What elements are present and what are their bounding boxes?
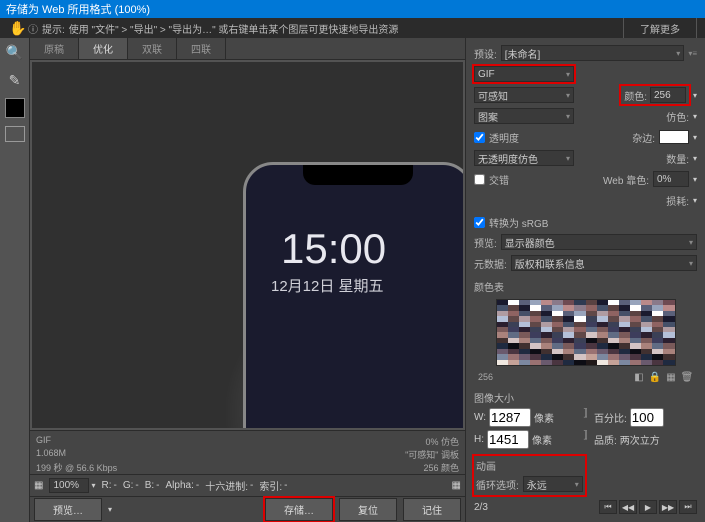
ct-sort-icon[interactable]: ◧	[633, 371, 645, 383]
save-button[interactable]: 存储…	[265, 498, 333, 521]
tab-optimized[interactable]: 优化	[79, 38, 128, 59]
info-format: GIF	[36, 435, 51, 448]
transparency-checkbox[interactable]	[474, 132, 485, 143]
ct-lock-icon[interactable]: 🔒	[649, 371, 661, 383]
prev-frame-button[interactable]: ◀◀	[619, 500, 637, 514]
preview-button[interactable]: 预览…	[34, 498, 102, 521]
color-table[interactable]	[496, 299, 676, 366]
slice-tool-icon[interactable]: ▦	[452, 480, 461, 491]
matte-color[interactable]	[659, 130, 689, 144]
info-colors: 256 颜色	[423, 461, 459, 474]
colors-input[interactable]	[650, 87, 686, 103]
status-bar: ▦ ▾ R:- G:- B:- Alpha:- 十六进制:- 索引:- ▦	[30, 474, 465, 496]
srgb-checkbox[interactable]	[474, 217, 485, 228]
trans-dither-select[interactable]: 无透明度仿色	[474, 150, 574, 166]
next-frame-button[interactable]: ▶▶	[659, 500, 677, 514]
quality-select[interactable]: 两次立方	[620, 432, 680, 447]
hand-icon-2[interactable]: ▦	[34, 480, 43, 491]
settings-panel: 预设: [未命名] ▾≡ GIF 可感知 颜色: ▾ 图案 仿色: ▾ 透明度 …	[465, 38, 705, 522]
preview-select[interactable]: 显示器颜色	[501, 234, 697, 250]
preset-menu-icon[interactable]: ▾≡	[688, 49, 697, 58]
hint-bar: ✋ ⓘ 提示: 使用 "文件" > "导出" > "导出为…" 或右键单击某个图…	[0, 18, 705, 38]
canvas-info: GIF 0% 仿色 1.068M "可感知" 调板 199 秒 @ 56.6 K…	[30, 430, 465, 474]
format-select[interactable]: GIF	[474, 66, 574, 82]
info-size: 1.068M	[36, 448, 66, 461]
reduction-select[interactable]: 可感知	[474, 87, 574, 103]
dither-select[interactable]: 图案	[474, 108, 574, 124]
anim-section: 动画 循环选项: 永远	[474, 456, 585, 495]
window-title: 存储为 Web 所用格式 (100%)	[6, 1, 150, 17]
info-palette: "可感知" 调板	[405, 448, 459, 461]
phone-time: 15:00	[281, 225, 386, 273]
zoom-icon[interactable]: 🔍	[5, 42, 25, 62]
preset-select[interactable]: [未命名]	[501, 45, 685, 61]
toolbar: 🔍 ✎	[0, 38, 30, 522]
learn-more-link[interactable]: 了解更多	[623, 18, 697, 38]
phone-mockup: 15:00 12月12日 星期五	[243, 162, 463, 428]
info-timing: 199 秒 @ 56.6 Kbps	[36, 461, 117, 474]
play-button[interactable]: ▶	[639, 500, 657, 514]
last-frame-button[interactable]: ⏭	[679, 500, 697, 514]
ct-add-icon[interactable]: ▦	[665, 371, 677, 383]
tab-4up[interactable]: 四联	[177, 38, 226, 59]
info-quality: 0% 仿色	[425, 435, 459, 448]
width-input[interactable]	[489, 408, 531, 427]
title-bar: 存储为 Web 所用格式 (100%)	[0, 0, 705, 18]
hint-label: 提示:	[42, 21, 65, 36]
button-row: 预览… ▾ 存储… 复位 记住	[30, 496, 465, 522]
color-table-label: 颜色表	[474, 279, 697, 294]
frame-info: 2/3	[474, 502, 488, 513]
reset-button[interactable]: 复位	[339, 498, 397, 521]
image-size-label: 图像大小	[474, 390, 697, 405]
ct-count: 256	[478, 372, 493, 382]
hand-icon[interactable]: ✋	[8, 18, 28, 38]
interlaced-checkbox[interactable]	[474, 174, 485, 185]
zoom-select[interactable]	[49, 478, 89, 493]
eyedropper-icon[interactable]: ✎	[5, 70, 25, 90]
tab-original[interactable]: 原稿	[30, 38, 79, 59]
canvas-area[interactable]: 15:00 12月12日 星期五	[32, 62, 463, 428]
slice-select-icon[interactable]	[5, 126, 25, 142]
height-input[interactable]	[487, 430, 529, 449]
first-frame-button[interactable]: ⏮	[599, 500, 617, 514]
hint-text: 使用 "文件" > "导出" > "导出为…" 或右键单击某个图层可更快速地导出…	[69, 21, 399, 36]
ct-trash-icon[interactable]: 🗑	[681, 371, 693, 383]
phone-date: 12月12日 星期五	[271, 275, 384, 296]
link-icon[interactable]: ⟧	[583, 408, 588, 427]
metadata-select[interactable]: 版权和联系信息	[511, 255, 697, 271]
loop-select[interactable]: 永远	[523, 476, 583, 492]
color-swatch[interactable]	[5, 98, 25, 118]
web-snap-input[interactable]	[653, 171, 689, 187]
view-tabs: 原稿 优化 双联 四联	[30, 38, 465, 60]
remember-button[interactable]: 记住	[403, 498, 461, 521]
info-icon: ⓘ	[28, 21, 38, 36]
tab-2up[interactable]: 双联	[128, 38, 177, 59]
percent-input[interactable]	[630, 408, 664, 427]
